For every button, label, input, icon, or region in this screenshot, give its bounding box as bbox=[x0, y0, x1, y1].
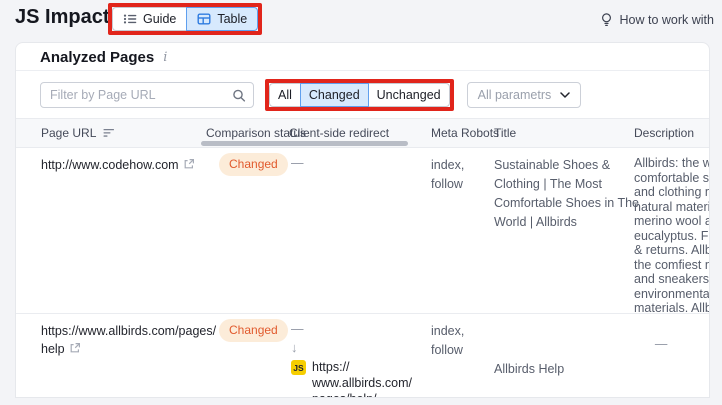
page-title: JS Impact bbox=[15, 6, 109, 29]
how-to-work-with-link[interactable]: How to work with bbox=[599, 12, 714, 27]
table-row: https://www.allbirds.com/pages/ help Cha… bbox=[16, 314, 709, 398]
comparison-status-cell: Changed bbox=[219, 319, 288, 342]
page-url-cell: http://www.codehow.com bbox=[41, 156, 201, 174]
chevron-down-icon bbox=[560, 92, 570, 98]
list-icon bbox=[123, 12, 137, 26]
description-cell: Allbirds: the wor comfortable sho and cl… bbox=[634, 156, 710, 316]
panel-header: Analyzed Pages i bbox=[16, 43, 709, 71]
tab-guide[interactable]: Guide bbox=[112, 7, 187, 31]
parameters-dropdown-label: All parametrs bbox=[478, 88, 552, 102]
parameters-dropdown[interactable]: All parametrs bbox=[467, 82, 582, 108]
table-row: http://www.codehow.com Changed — index, … bbox=[16, 148, 709, 314]
title-initial: Allbirds Help bbox=[494, 360, 644, 379]
tab-guide-label: Guide bbox=[143, 12, 176, 26]
js-icon: JS bbox=[291, 360, 306, 375]
page-url-filter bbox=[40, 82, 254, 108]
status-filter-changed[interactable]: Changed bbox=[300, 83, 369, 107]
comparison-status-cell: Changed bbox=[219, 153, 288, 176]
meta-robots-cell: index, follow bbox=[431, 322, 464, 360]
column-page-url-label: Page URL bbox=[41, 126, 96, 140]
no-redirect-dash: — bbox=[291, 156, 409, 171]
external-link-icon[interactable] bbox=[183, 159, 195, 173]
status-filter-changed-label: Changed bbox=[309, 88, 360, 102]
hint-icon bbox=[599, 12, 614, 27]
view-toggle: Guide Table bbox=[112, 7, 258, 31]
status-filter: All Changed Unchanged bbox=[269, 83, 450, 107]
panel-title: Analyzed Pages bbox=[40, 49, 154, 66]
page-url-text: https://www.allbirds.com/pages/ help bbox=[41, 324, 216, 356]
horizontal-scrollbar[interactable] bbox=[201, 141, 408, 146]
table-icon bbox=[197, 12, 211, 26]
redirect-target-url: https:// www.allbirds.com/ pages/help/ bbox=[312, 359, 412, 398]
title-cell: Allbirds Help ↓ JS Help Centre bbox=[494, 322, 644, 398]
description-cell: — bbox=[634, 322, 710, 366]
annotation-box-view-toggle: Guide Table bbox=[108, 3, 262, 35]
page-url-cell: https://www.allbirds.com/pages/ help bbox=[41, 322, 201, 358]
column-client-side-redirect[interactable]: Client-side redirect bbox=[289, 126, 389, 140]
page-url-text: http://www.codehow.com bbox=[41, 158, 179, 172]
no-description-dash: — bbox=[655, 337, 668, 351]
column-page-url[interactable]: Page URL bbox=[41, 126, 115, 140]
meta-robots-cell: index, follow bbox=[431, 156, 464, 194]
column-description[interactable]: Description bbox=[634, 126, 694, 140]
status-filter-all-label: All bbox=[278, 88, 292, 102]
page-url-filter-input[interactable] bbox=[41, 88, 253, 102]
table-header: Page URL Comparison status Client-side r… bbox=[16, 118, 709, 148]
filter-row: All Changed Unchanged All parametrs bbox=[16, 71, 709, 118]
arrow-down-icon: ↓ bbox=[291, 340, 409, 355]
search-icon[interactable] bbox=[232, 88, 246, 103]
status-filter-all[interactable]: All bbox=[269, 83, 301, 107]
client-side-redirect-cell: — ↓ JS https:// www.allbirds.com/ pages/… bbox=[291, 322, 409, 398]
status-filter-unchanged[interactable]: Unchanged bbox=[368, 83, 450, 107]
sort-icon[interactable] bbox=[103, 128, 115, 138]
tab-table-label: Table bbox=[217, 12, 247, 26]
info-icon[interactable]: i bbox=[163, 50, 167, 65]
analyzed-pages-panel: Analyzed Pages i All Changed Unchanged bbox=[15, 42, 710, 398]
annotation-box-status-filter: All Changed Unchanged bbox=[265, 79, 454, 111]
tab-table[interactable]: Table bbox=[186, 7, 258, 31]
status-badge: Changed bbox=[219, 153, 288, 176]
client-side-redirect-cell: — bbox=[291, 156, 409, 171]
status-filter-unchanged-label: Unchanged bbox=[377, 88, 441, 102]
how-to-work-with-label: How to work with bbox=[620, 13, 714, 27]
column-title[interactable]: Title bbox=[494, 126, 516, 140]
no-redirect-dash: — bbox=[291, 322, 409, 337]
title-cell: Sustainable Shoes & Clothing | The Most … bbox=[494, 156, 644, 232]
status-badge: Changed bbox=[219, 319, 288, 342]
column-meta-robots[interactable]: Meta Robots bbox=[431, 126, 499, 140]
external-link-icon[interactable] bbox=[69, 343, 81, 357]
